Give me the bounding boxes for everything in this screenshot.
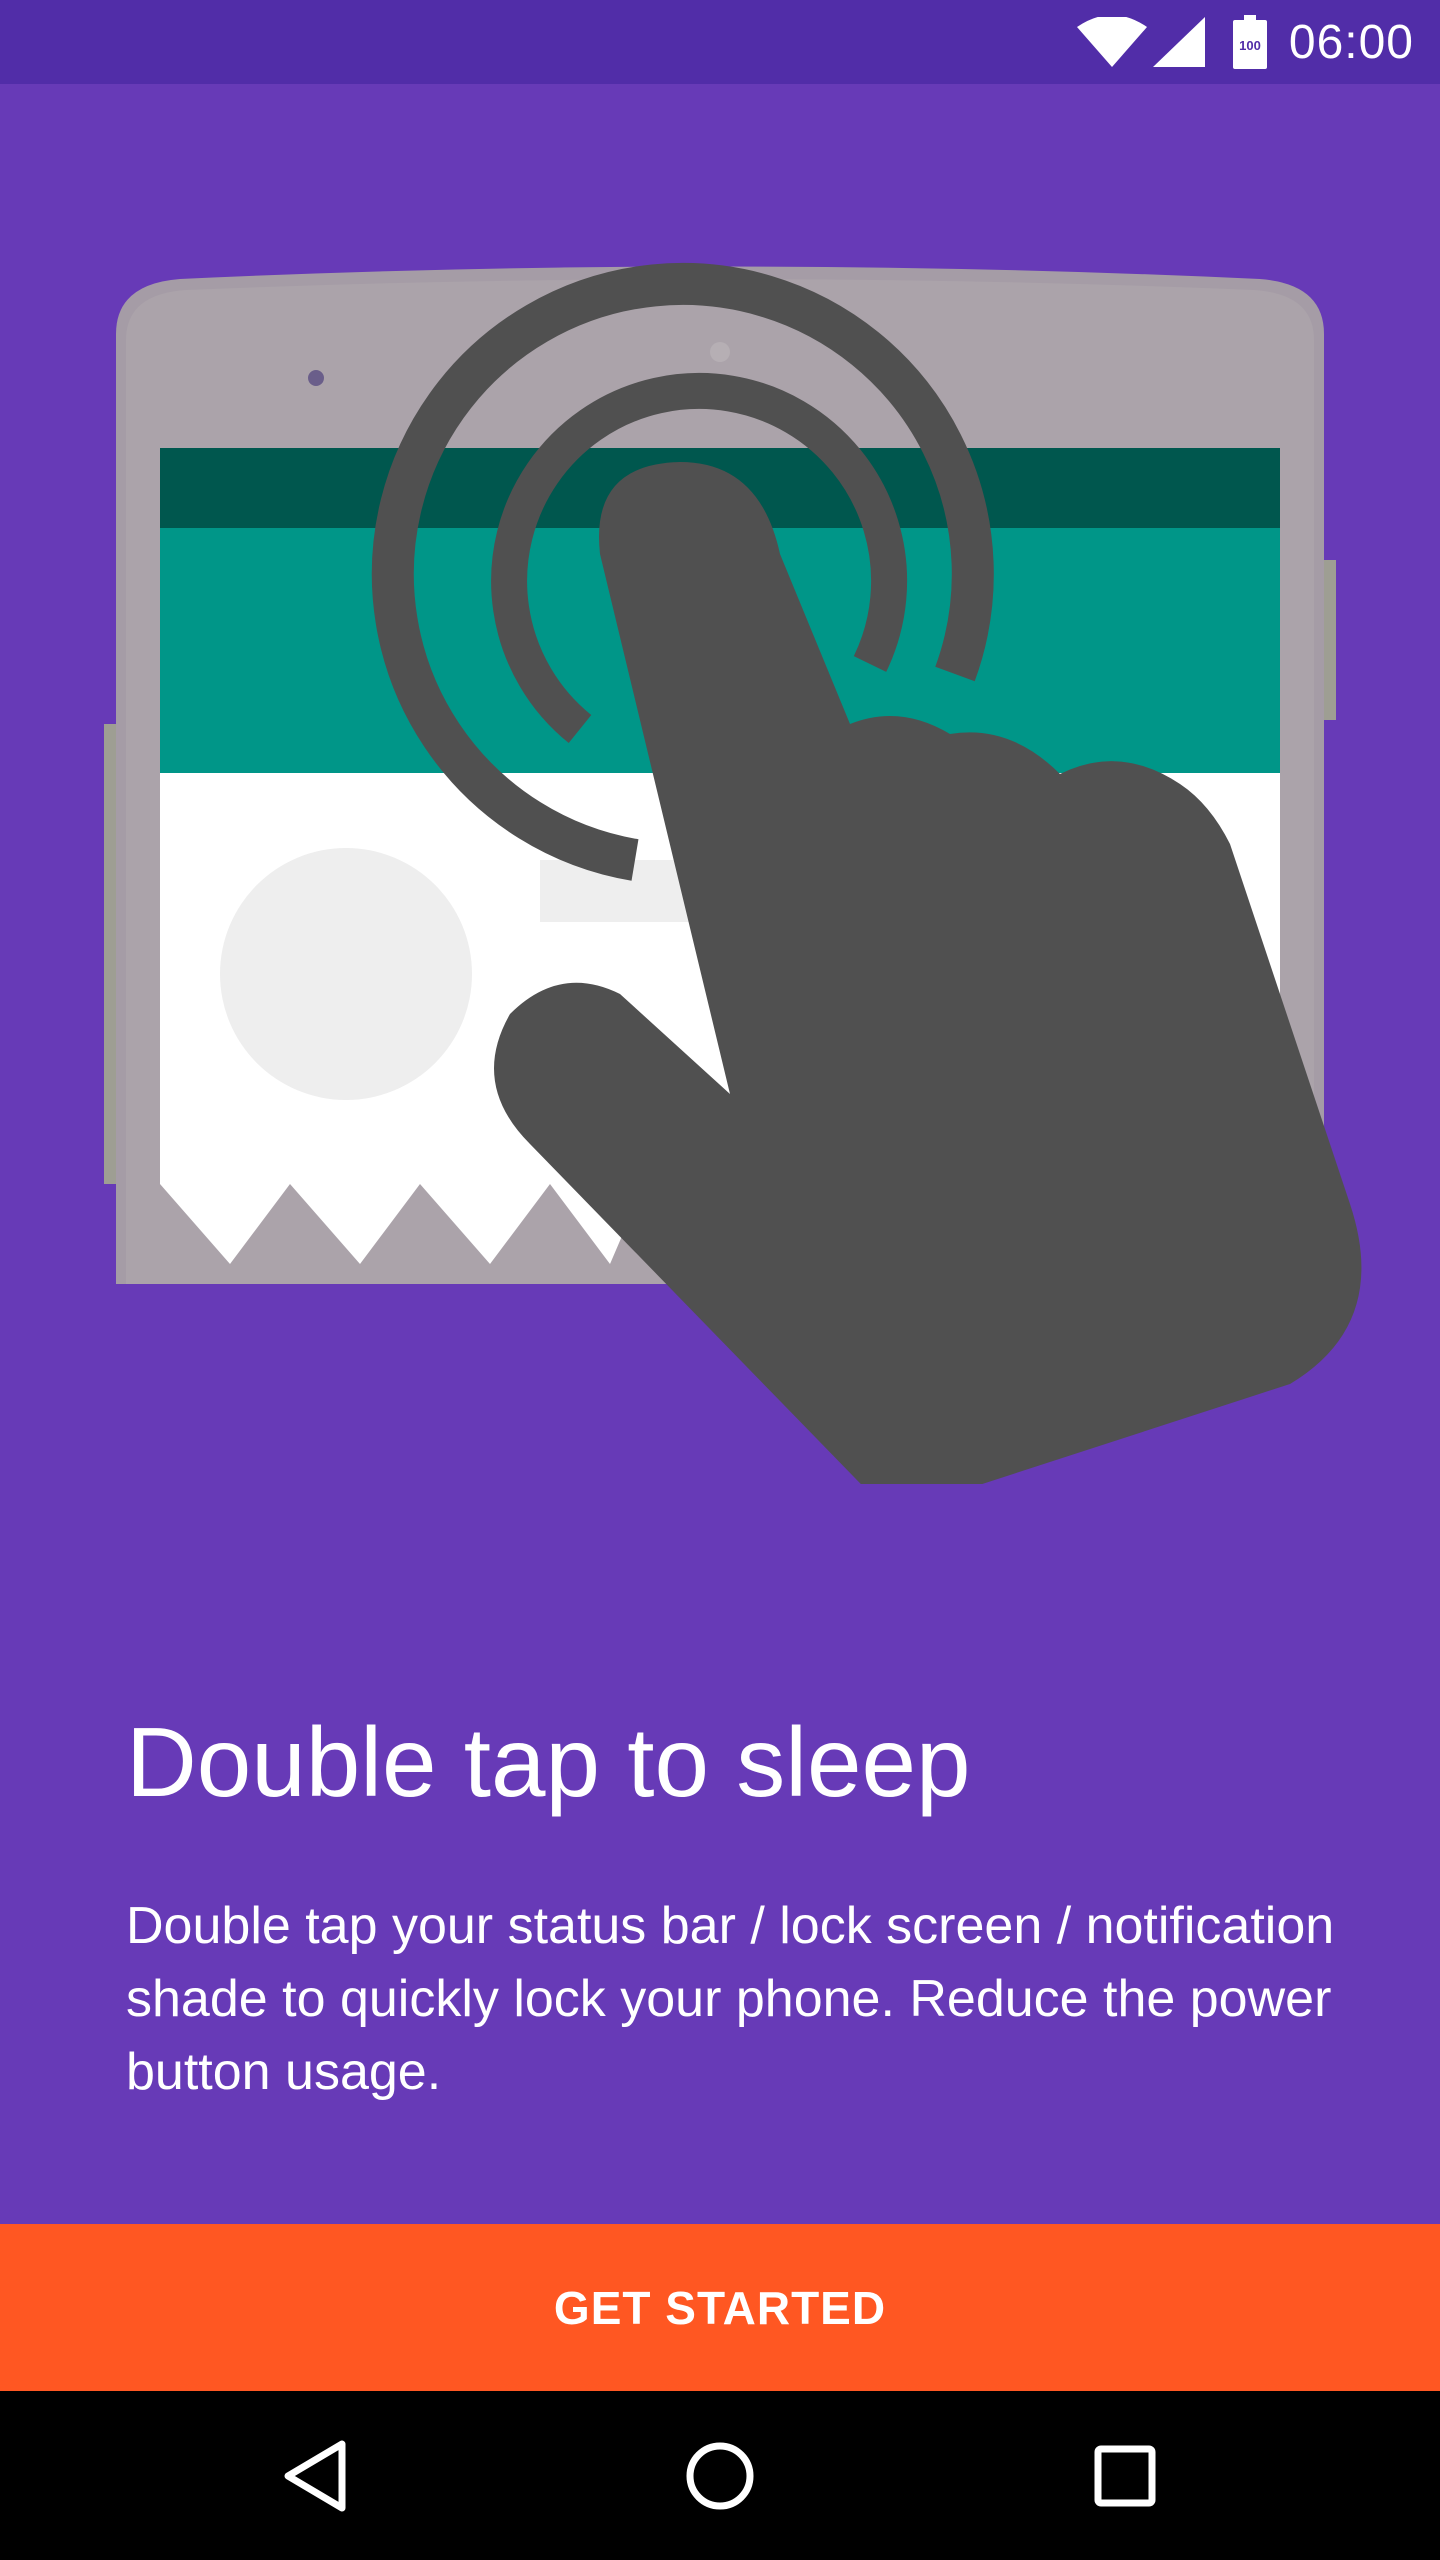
- onboarding-title: Double tap to sleep: [126, 1707, 971, 1817]
- onboarding-page: Double tap to sleep Double tap your stat…: [0, 84, 1440, 2224]
- back-button[interactable]: [215, 2391, 415, 2560]
- recents-icon: [1094, 2445, 1156, 2506]
- status-time: 06:00: [1288, 15, 1414, 69]
- status-bar: 100 06:00: [0, 0, 1440, 84]
- back-icon: [284, 2440, 346, 2511]
- home-icon: [686, 2442, 754, 2509]
- recents-button[interactable]: [1025, 2391, 1225, 2560]
- double-tap-illustration: [104, 263, 1362, 1484]
- status-icons: 100 06:00: [1076, 0, 1414, 84]
- home-button[interactable]: [620, 2391, 820, 2560]
- battery-level-text: 100: [1239, 38, 1261, 53]
- wifi-icon: [1076, 17, 1147, 67]
- battery-icon: 100: [1232, 15, 1267, 69]
- navigation-bar: [0, 2391, 1440, 2560]
- onboarding-description: Double tap your status bar / lock screen…: [126, 1897, 1335, 2101]
- signal-icon: [1152, 17, 1205, 67]
- get-started-button[interactable]: GET STARTED: [0, 2224, 1440, 2391]
